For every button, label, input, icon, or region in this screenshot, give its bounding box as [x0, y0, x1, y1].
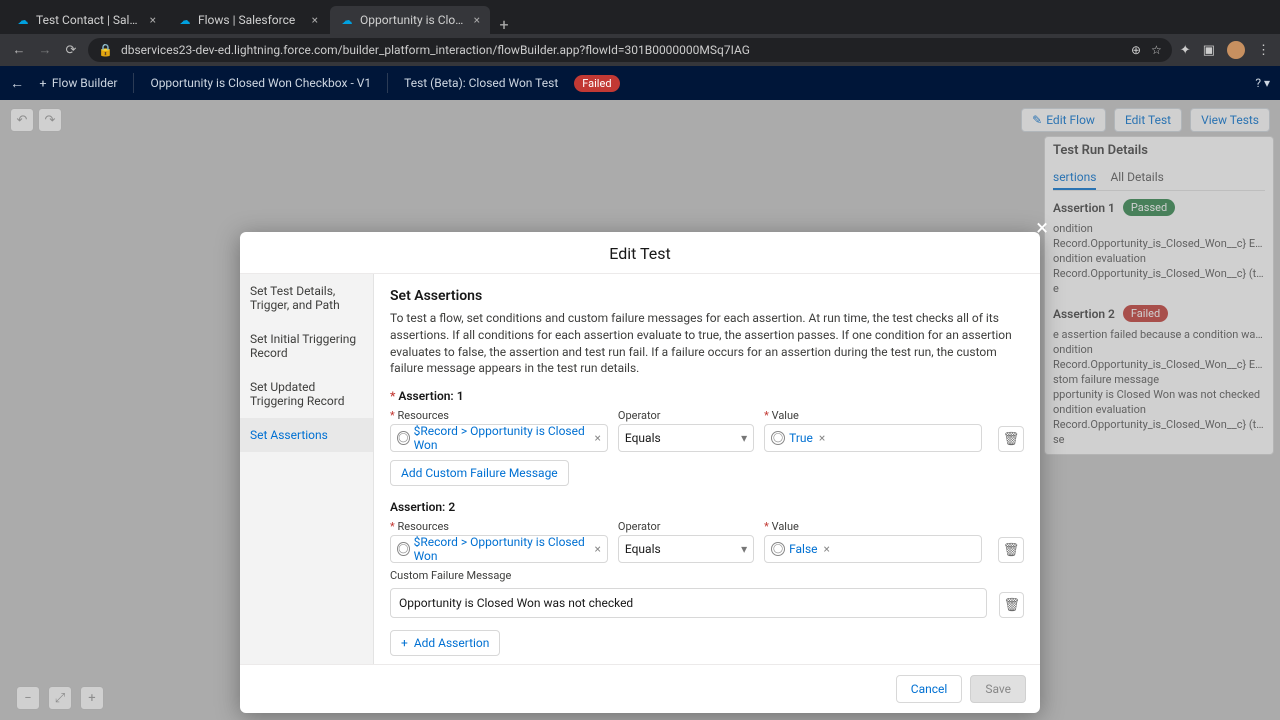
chevron-down-icon: ▾ — [741, 431, 747, 445]
record-icon: ◯ — [397, 542, 410, 556]
resource-chip-label: $Record > Opportunity is Closed Won — [414, 535, 589, 563]
operator-label: Operator — [618, 520, 754, 533]
address-bar[interactable]: 🔒 dbservices23-dev-ed.lightning.force.co… — [88, 38, 1172, 62]
close-icon[interactable]: × — [150, 13, 156, 27]
canvas: ↶ ↷ ✎ Edit Flow Edit Test View Tests Tes… — [0, 100, 1280, 720]
modal-main: Set Assertions To test a flow, set condi… — [374, 274, 1040, 664]
delete-assertion-1-button[interactable]: 🗑 — [998, 426, 1024, 452]
tab-title: Opportunity is Closed Won Ch — [360, 13, 468, 27]
chevron-down-icon: ▾ — [741, 542, 747, 556]
operator-label: Operator — [618, 409, 754, 422]
resource-chip: ◯ $Record > Opportunity is Closed Won × — [397, 424, 601, 452]
value-input-1[interactable]: ◯ True × — [764, 424, 982, 452]
close-icon[interactable]: × — [1036, 216, 1048, 241]
flow-name[interactable]: Opportunity is Closed Won Checkbox - V1 — [150, 76, 371, 90]
sidebar-item-updated-record[interactable]: Set Updated Triggering Record — [240, 370, 373, 418]
cloud-icon: ☁ — [178, 13, 192, 27]
add-assertion-button[interactable]: + Add Assertion — [390, 630, 500, 656]
remove-chip-icon[interactable]: × — [595, 542, 601, 556]
plus-icon: + — [401, 636, 408, 650]
value-chip-label: True — [789, 431, 813, 445]
separator — [133, 73, 134, 93]
back-icon[interactable]: ← — [10, 42, 28, 58]
address-row: ← → ⟳ 🔒 dbservices23-dev-ed.lightning.fo… — [0, 34, 1280, 66]
value-label: Value — [764, 409, 982, 422]
panel-icon[interactable]: ▣ — [1203, 43, 1215, 58]
separator — [387, 73, 388, 93]
delete-cfm-2-button[interactable]: 🗑 — [999, 592, 1024, 618]
close-icon[interactable]: × — [474, 13, 480, 27]
resources-input-2[interactable]: ◯ $Record > Opportunity is Closed Won × — [390, 535, 608, 563]
section-title: Set Assertions — [390, 288, 1024, 304]
cloud-icon: ☁ — [16, 13, 30, 27]
save-button[interactable]: Save — [970, 675, 1026, 703]
url-text: dbservices23-dev-ed.lightning.force.com/… — [121, 43, 750, 57]
test-name: Test (Beta): Closed Won Test — [404, 76, 558, 90]
remove-chip-icon[interactable]: × — [819, 431, 825, 445]
star-icon[interactable]: ☆ — [1151, 43, 1162, 57]
cloud-icon: ☁ — [340, 13, 354, 27]
tab-3[interactable]: ☁ Opportunity is Closed Won Ch × — [330, 6, 490, 34]
assertion-2-heading: Assertion: 2 — [390, 500, 1024, 514]
sidebar-item-details[interactable]: Set Test Details, Trigger, and Path — [240, 274, 373, 322]
cfm-value: Opportunity is Closed Won was not checke… — [399, 596, 633, 610]
tab-strip: ☁ Test Contact | Salesforce × ☁ Flows | … — [0, 0, 1280, 34]
resources-label: Resources — [390, 409, 608, 422]
tab-title: Flows | Salesforce — [198, 13, 306, 27]
remove-chip-icon[interactable]: × — [824, 542, 830, 556]
section-description: To test a flow, set conditions and custo… — [390, 310, 1024, 377]
cfm-label: Custom Failure Message — [390, 569, 1024, 582]
value-input-2[interactable]: ◯ False × — [764, 535, 982, 563]
app-back-button[interactable]: ← — [10, 75, 24, 92]
flow-icon: ᚐ — [40, 76, 46, 90]
modal-title: Edit Test — [240, 232, 1040, 274]
browser-chrome: ☁ Test Contact | Salesforce × ☁ Flows | … — [0, 0, 1280, 66]
builder-crumb[interactable]: ᚐ Flow Builder — [40, 76, 117, 90]
record-icon: ◯ — [397, 431, 410, 445]
help-icon[interactable]: ? ▾ — [1255, 76, 1270, 90]
tab-2[interactable]: ☁ Flows | Salesforce × — [168, 6, 328, 34]
globe-icon: ◯ — [771, 542, 785, 556]
delete-assertion-2-button[interactable]: 🗑 — [998, 537, 1024, 563]
value-label: Value — [764, 520, 982, 533]
cancel-button[interactable]: Cancel — [896, 675, 963, 703]
operator-select-1[interactable]: Equals ▾ — [618, 424, 754, 452]
sidebar-item-initial-record[interactable]: Set Initial Triggering Record — [240, 322, 373, 370]
sidebar-item-assertions[interactable]: Set Assertions — [240, 418, 373, 452]
modal-footer: Cancel Save — [240, 664, 1040, 713]
forward-icon[interactable]: → — [36, 42, 54, 58]
operator-select-2[interactable]: Equals ▾ — [618, 535, 754, 563]
tab-1[interactable]: ☁ Test Contact | Salesforce × — [6, 6, 166, 34]
close-icon[interactable]: × — [312, 13, 318, 27]
assertion-1-heading: Assertion: 1 — [390, 389, 1024, 403]
add-cfm-1-button[interactable]: Add Custom Failure Message — [390, 460, 569, 486]
avatar[interactable] — [1227, 41, 1245, 59]
new-tab-button[interactable]: + — [492, 15, 516, 34]
lock-icon: 🔒 — [98, 43, 113, 57]
app-header: ← ᚐ Flow Builder Opportunity is Closed W… — [0, 66, 1280, 100]
tab-title: Test Contact | Salesforce — [36, 13, 144, 27]
globe-icon: ◯ — [771, 431, 785, 445]
install-icon[interactable]: ⊕ — [1131, 43, 1141, 57]
resources-label: Resources — [390, 520, 608, 533]
remove-chip-icon[interactable]: × — [595, 431, 601, 445]
operator-value: Equals — [625, 542, 661, 556]
edit-test-modal: × Edit Test Set Test Details, Trigger, a… — [240, 232, 1040, 713]
resource-chip-label: $Record > Opportunity is Closed Won — [414, 424, 589, 452]
extensions-icon[interactable]: ✦ — [1180, 43, 1191, 58]
value-chip-label: False — [789, 542, 817, 556]
operator-value: Equals — [625, 431, 661, 445]
cfm-input-2[interactable]: Opportunity is Closed Won was not checke… — [390, 588, 987, 618]
resources-input-1[interactable]: ◯ $Record > Opportunity is Closed Won × — [390, 424, 608, 452]
reload-icon[interactable]: ⟳ — [62, 43, 80, 58]
add-assertion-label: Add Assertion — [414, 636, 490, 650]
status-badge: Failed — [574, 75, 619, 92]
builder-label: Flow Builder — [52, 76, 118, 90]
modal-sidebar: Set Test Details, Trigger, and Path Set … — [240, 274, 374, 664]
menu-icon[interactable]: ⋮ — [1257, 43, 1270, 58]
